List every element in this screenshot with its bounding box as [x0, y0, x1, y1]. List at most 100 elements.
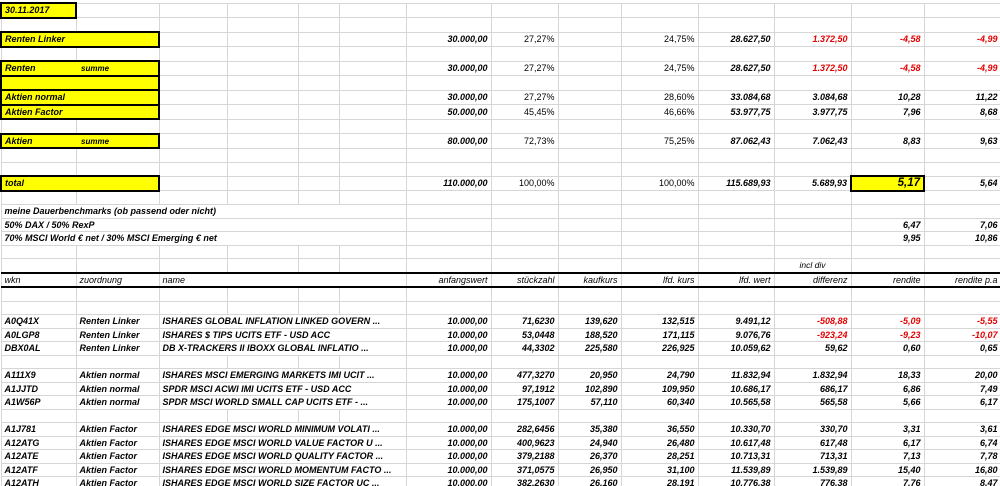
empty-cell[interactable]: [158, 354, 228, 369]
empty-cell[interactable]: [158, 286, 228, 302]
empty-cell[interactable]: [490, 204, 559, 219]
data-cell-lfd-wert[interactable]: 10.686,17: [697, 381, 775, 396]
empty-cell[interactable]: [75, 258, 160, 273]
empty-cell[interactable]: [850, 354, 925, 369]
empty-cell[interactable]: [557, 46, 622, 62]
data-cell-lfd-wert[interactable]: 11.832,94: [697, 368, 775, 383]
empty-cell[interactable]: [557, 175, 622, 191]
empty-cell[interactable]: [297, 60, 340, 76]
data-cell-stueckzahl[interactable]: 97,1912: [490, 381, 559, 396]
empty-cell[interactable]: [923, 286, 1000, 302]
data-cell-anfangswert[interactable]: 10.000,00: [405, 422, 492, 437]
empty-cell[interactable]: [75, 300, 160, 315]
empty-cell[interactable]: [557, 408, 622, 423]
data-cell-zuordnung[interactable]: Aktien Factor: [75, 462, 160, 477]
benchmark-rendite-pa-cell[interactable]: 7,06: [923, 217, 1000, 232]
empty-cell[interactable]: [405, 190, 492, 205]
empty-cell[interactable]: [697, 408, 775, 423]
benchmark-label-cell[interactable]: 50% DAX / 50% RexP: [0, 217, 407, 232]
empty-cell[interactable]: [158, 408, 228, 423]
empty-cell[interactable]: [773, 190, 852, 205]
empty-cell[interactable]: [405, 286, 492, 302]
empty-cell[interactable]: [226, 31, 299, 47]
data-cell-kaufkurs[interactable]: 35,380: [557, 422, 622, 437]
header-cell-zuordnung[interactable]: zuordnung: [75, 271, 160, 288]
summary-anfangswert-cell[interactable]: 50.000,00: [405, 104, 492, 120]
empty-cell[interactable]: [923, 2, 1000, 18]
summary-rendite-pa-cell[interactable]: 11,22: [923, 89, 1000, 105]
data-cell-name[interactable]: SPDR MSCI ACWI IMI UCITS ETF - USD ACC: [158, 381, 407, 396]
data-cell-stueckzahl[interactable]: 282,6456: [490, 422, 559, 437]
data-cell-name[interactable]: ISHARES EDGE MSCI WORLD SIZE FACTOR UC .…: [158, 476, 407, 486]
data-cell-differenz[interactable]: 330,70: [773, 422, 852, 437]
empty-cell[interactable]: [297, 161, 340, 177]
empty-cell[interactable]: [557, 258, 622, 273]
data-cell-differenz[interactable]: 565,58: [773, 395, 852, 410]
summary-anfangswert-cell[interactable]: 80.000,00: [405, 133, 492, 149]
empty-cell[interactable]: [405, 354, 492, 369]
empty-cell[interactable]: [0, 244, 77, 259]
data-cell-lfd-kurs[interactable]: 26,480: [620, 435, 699, 450]
summary-anteil-now-cell[interactable]: 46,66%: [620, 104, 699, 120]
summary-rendite-pa-cell[interactable]: 9,63: [923, 133, 1000, 149]
data-cell-lfd-kurs[interactable]: 132,515: [620, 314, 699, 329]
data-cell-rendite-pa[interactable]: 0,65: [923, 341, 1000, 356]
empty-cell[interactable]: [697, 2, 775, 18]
empty-cell[interactable]: [75, 147, 160, 163]
empty-cell[interactable]: [773, 118, 852, 134]
summary-anteil-start-cell[interactable]: 100,00%: [490, 175, 559, 191]
empty-cell[interactable]: [490, 161, 559, 177]
data-cell-rendite[interactable]: 18,33: [850, 368, 925, 383]
empty-cell[interactable]: [697, 300, 775, 315]
empty-cell[interactable]: [557, 217, 622, 232]
empty-cell[interactable]: [0, 17, 77, 33]
data-cell-name[interactable]: ISHARES GLOBAL INFLATION LINKED GOVERN .…: [158, 314, 407, 329]
empty-cell[interactable]: [850, 161, 925, 177]
data-cell-anfangswert[interactable]: 10.000,00: [405, 462, 492, 477]
data-cell-wkn[interactable]: A1W56P: [0, 395, 77, 410]
data-cell-wkn[interactable]: A12ATF: [0, 462, 77, 477]
data-cell-differenz[interactable]: 686,17: [773, 381, 852, 396]
empty-cell[interactable]: [850, 2, 925, 18]
empty-cell[interactable]: [405, 217, 492, 232]
data-cell-anfangswert[interactable]: 10.000,00: [405, 368, 492, 383]
data-cell-rendite-pa[interactable]: 16,80: [923, 462, 1000, 477]
empty-cell[interactable]: [405, 2, 492, 18]
empty-cell[interactable]: [490, 286, 559, 302]
empty-cell[interactable]: [158, 133, 228, 149]
data-cell-zuordnung[interactable]: Aktien normal: [75, 395, 160, 410]
summary-wert-cell[interactable]: 28.627,50: [697, 60, 775, 76]
empty-cell[interactable]: [226, 244, 299, 259]
data-cell-lfd-wert[interactable]: 10.059,62: [697, 341, 775, 356]
empty-cell[interactable]: [697, 354, 775, 369]
empty-cell[interactable]: [158, 175, 228, 191]
data-cell-rendite-pa[interactable]: 7,78: [923, 449, 1000, 464]
empty-cell[interactable]: [620, 147, 699, 163]
summary-anteil-now-cell[interactable]: 75,25%: [620, 133, 699, 149]
benchmark-rendite-pa-cell[interactable]: 10,86: [923, 231, 1000, 246]
summary-anteil-start-cell[interactable]: 72,73%: [490, 133, 559, 149]
data-cell-stueckzahl[interactable]: 71,6230: [490, 314, 559, 329]
empty-cell[interactable]: [297, 175, 340, 191]
data-cell-wkn[interactable]: A12ATG: [0, 435, 77, 450]
empty-cell[interactable]: [226, 190, 299, 205]
data-cell-wkn[interactable]: DBX0AL: [0, 341, 77, 356]
data-cell-anfangswert[interactable]: 10.000,00: [405, 435, 492, 450]
empty-cell[interactable]: [0, 118, 77, 134]
summary-rendite-pa-cell[interactable]: -4,99: [923, 31, 1000, 47]
data-cell-anfangswert[interactable]: 10.000,00: [405, 341, 492, 356]
data-cell-rendite-pa[interactable]: 6,17: [923, 395, 1000, 410]
data-cell-lfd-kurs[interactable]: 60,340: [620, 395, 699, 410]
empty-cell[interactable]: [338, 300, 407, 315]
empty-cell[interactable]: [620, 300, 699, 315]
header-cell-lfd-kurs[interactable]: lfd. kurs: [620, 271, 699, 288]
empty-cell[interactable]: [297, 354, 340, 369]
summary-differenz-cell[interactable]: 7.062,43: [773, 133, 852, 149]
data-cell-name[interactable]: ISHARES MSCI EMERGING MARKETS IMI UCIT .…: [158, 368, 407, 383]
empty-cell[interactable]: [226, 89, 299, 105]
empty-cell[interactable]: [405, 147, 492, 163]
empty-cell[interactable]: [850, 17, 925, 33]
data-cell-stueckzahl[interactable]: 371,0575: [490, 462, 559, 477]
summary-wert-cell[interactable]: 87.062,43: [697, 133, 775, 149]
empty-cell[interactable]: [490, 75, 559, 91]
